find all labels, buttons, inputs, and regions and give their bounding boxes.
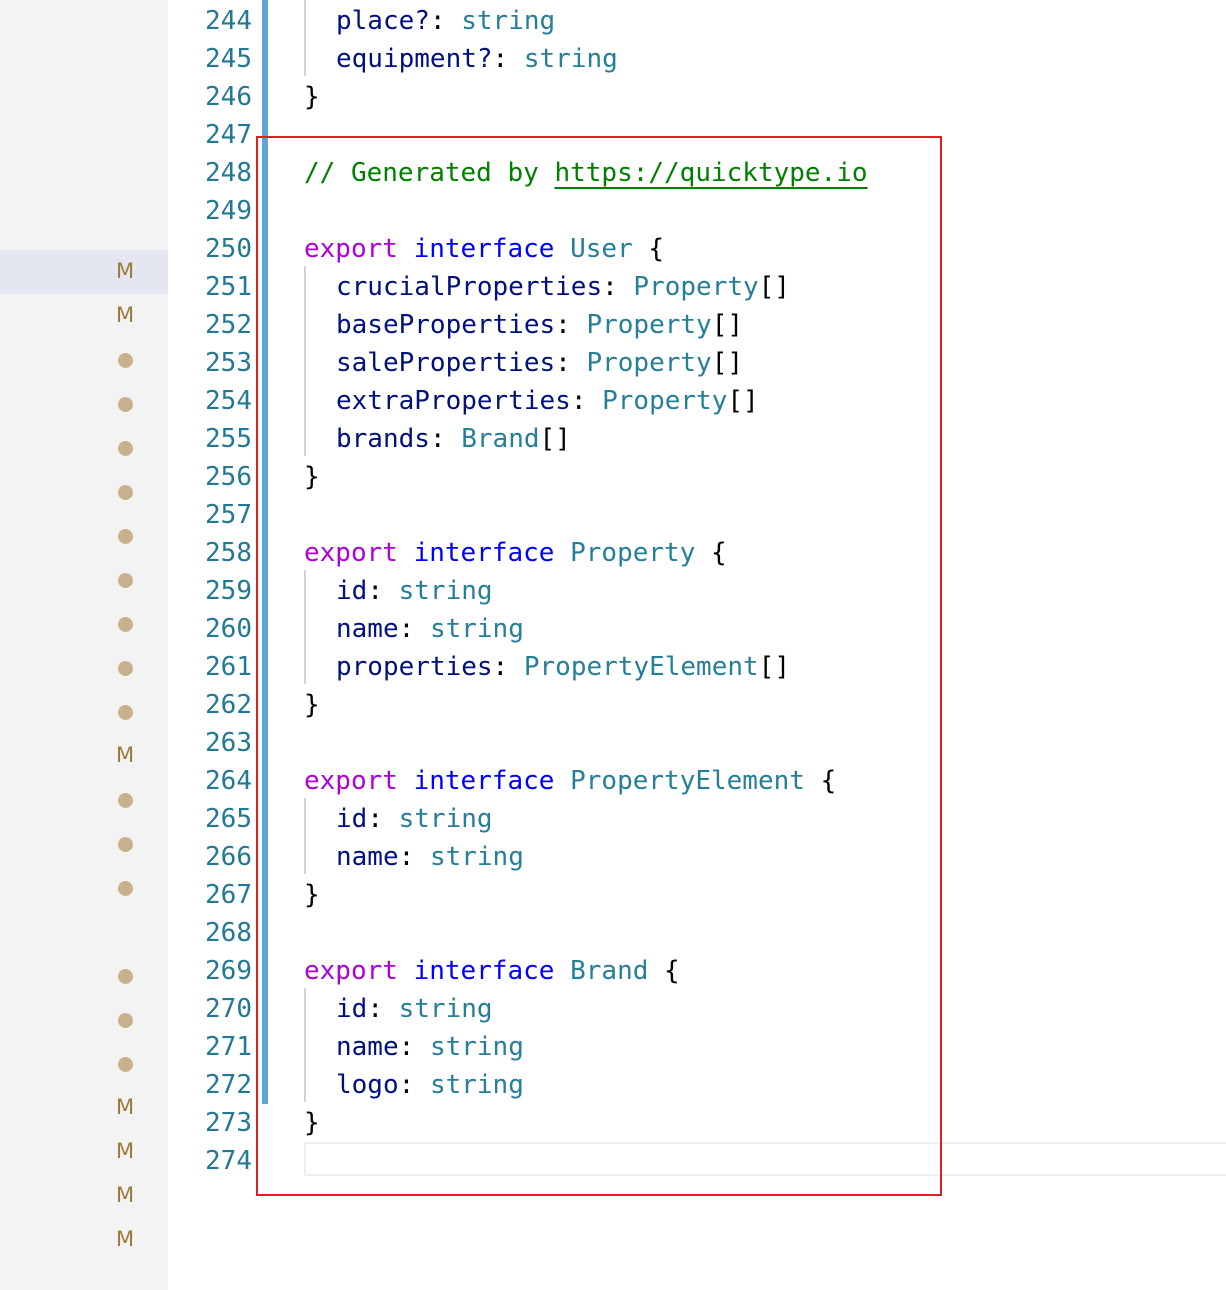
change-dot-icon bbox=[118, 485, 133, 500]
scm-gutter: MMMMMMM bbox=[0, 0, 168, 1290]
scm-marker-row[interactable] bbox=[0, 778, 168, 822]
line-number: 262 bbox=[205, 690, 252, 720]
modified-badge: M bbox=[115, 743, 135, 767]
scm-marker-row[interactable] bbox=[0, 426, 168, 470]
scm-marker-row[interactable] bbox=[0, 514, 168, 558]
line-number: 265 bbox=[205, 804, 252, 834]
line-number: 255 bbox=[205, 424, 252, 454]
scm-marker-row bbox=[0, 910, 168, 954]
scm-marker-row[interactable] bbox=[0, 866, 168, 910]
scm-marker-row[interactable] bbox=[0, 1042, 168, 1086]
change-dot-icon bbox=[118, 705, 133, 720]
change-dot-icon bbox=[118, 441, 133, 456]
line-number: 272 bbox=[205, 1070, 252, 1100]
line-number: 244 bbox=[205, 6, 252, 36]
line-number: 271 bbox=[205, 1032, 252, 1062]
code-line[interactable]: 246} bbox=[168, 78, 1226, 116]
line-number: 260 bbox=[205, 614, 252, 644]
line-number: 248 bbox=[205, 158, 252, 188]
code-token: : bbox=[429, 6, 462, 36]
line-number: 270 bbox=[205, 994, 252, 1024]
scm-marker-row[interactable] bbox=[0, 998, 168, 1042]
code-token: equipment? bbox=[336, 44, 493, 74]
scm-marker-row[interactable]: M bbox=[0, 734, 168, 778]
change-dot-icon bbox=[118, 793, 133, 808]
change-dot-icon bbox=[118, 1057, 133, 1072]
scm-marker-row[interactable] bbox=[0, 338, 168, 382]
code-text: equipment?: string bbox=[336, 40, 618, 78]
line-number: 261 bbox=[205, 652, 252, 682]
scm-marker-row[interactable]: M bbox=[0, 294, 168, 338]
code-token: string bbox=[461, 6, 556, 36]
code-text: } bbox=[304, 78, 320, 116]
line-number: 256 bbox=[205, 462, 252, 492]
scm-marker-row[interactable]: M bbox=[0, 1086, 168, 1130]
line-number: 266 bbox=[205, 842, 252, 872]
scm-marker-row[interactable] bbox=[0, 382, 168, 426]
change-dot-icon bbox=[118, 1013, 133, 1028]
modified-badge: M bbox=[115, 1139, 135, 1163]
scm-marker-row[interactable] bbox=[0, 954, 168, 998]
scm-marker-row[interactable] bbox=[0, 602, 168, 646]
annotation-highlight-box bbox=[256, 136, 942, 1196]
modified-badge: M bbox=[115, 259, 135, 283]
scm-marker-row[interactable] bbox=[0, 470, 168, 514]
line-number: 257 bbox=[205, 500, 252, 530]
modified-badge: M bbox=[115, 1183, 135, 1207]
scm-marker-row[interactable] bbox=[0, 646, 168, 690]
line-number: 246 bbox=[205, 82, 252, 112]
code-line[interactable]: 245 equipment?: string bbox=[168, 40, 1226, 78]
line-number: 254 bbox=[205, 386, 252, 416]
line-number: 263 bbox=[205, 728, 252, 758]
line-number: 267 bbox=[205, 880, 252, 910]
line-number: 274 bbox=[205, 1146, 252, 1176]
code-token: string bbox=[523, 44, 618, 74]
line-number: 264 bbox=[205, 766, 252, 796]
line-number: 268 bbox=[205, 918, 252, 948]
modified-badge: M bbox=[115, 303, 135, 327]
change-dot-icon bbox=[118, 881, 133, 896]
scm-marker-row[interactable] bbox=[0, 822, 168, 866]
line-number: 252 bbox=[205, 310, 252, 340]
code-token: } bbox=[304, 82, 320, 112]
change-dot-icon bbox=[118, 397, 133, 412]
change-dot-icon bbox=[118, 529, 133, 544]
scm-marker-row[interactable]: M bbox=[0, 1130, 168, 1174]
change-dot-icon bbox=[118, 837, 133, 852]
change-dot-icon bbox=[118, 573, 133, 588]
scm-marker-row[interactable]: M bbox=[0, 250, 168, 294]
change-dot-icon bbox=[118, 353, 133, 368]
line-number: 249 bbox=[205, 196, 252, 226]
change-dot-icon bbox=[118, 617, 133, 632]
line-number: 253 bbox=[205, 348, 252, 378]
scm-marker-row[interactable] bbox=[0, 690, 168, 734]
code-line[interactable]: 244 place?: string bbox=[168, 2, 1226, 40]
change-dot-icon bbox=[118, 661, 133, 676]
line-number: 250 bbox=[205, 234, 252, 264]
line-number: 259 bbox=[205, 576, 252, 606]
modified-badge: M bbox=[115, 1095, 135, 1119]
scm-marker-row[interactable] bbox=[0, 558, 168, 602]
line-number: 251 bbox=[205, 272, 252, 302]
code-token: place? bbox=[336, 6, 430, 36]
line-number: 247 bbox=[205, 120, 252, 150]
scm-marker-row[interactable]: M bbox=[0, 1218, 168, 1262]
line-number: 273 bbox=[205, 1108, 252, 1138]
line-number: 258 bbox=[205, 538, 252, 568]
modified-badge: M bbox=[115, 1227, 135, 1251]
code-token: : bbox=[492, 44, 524, 74]
line-number: 245 bbox=[205, 44, 252, 74]
line-number: 269 bbox=[205, 956, 252, 986]
scm-marker-row[interactable]: M bbox=[0, 1174, 168, 1218]
code-text: place?: string bbox=[336, 2, 555, 40]
change-dot-icon bbox=[118, 969, 133, 984]
